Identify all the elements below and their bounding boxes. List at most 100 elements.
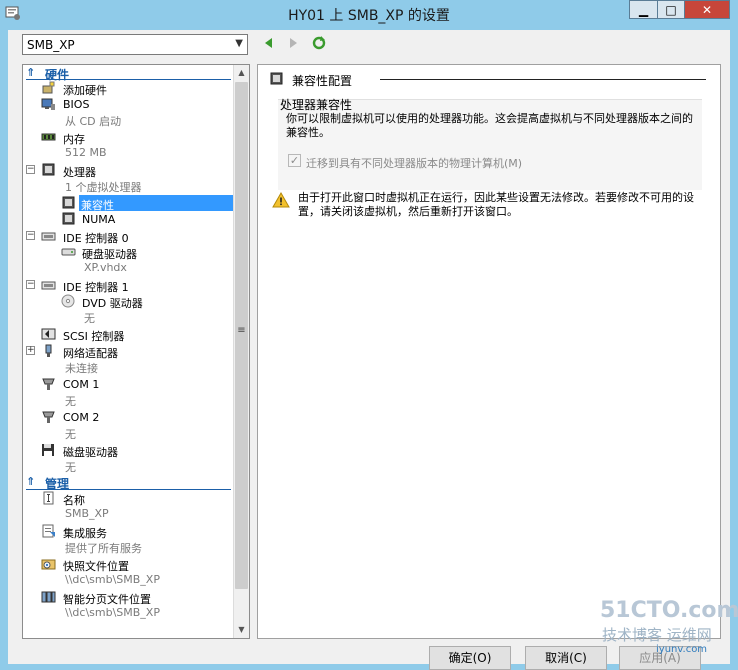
tree-item-ide-0[interactable]: − IDE 控制器 0 (23, 228, 233, 245)
close-button[interactable]: ✕ (684, 0, 730, 19)
tree-item-numa[interactable]: NUMA (23, 211, 233, 228)
ok-button[interactable]: 确定(O) (429, 646, 511, 670)
cancel-button[interactable]: 取消(C) (525, 646, 607, 670)
tree-item-dvd[interactable]: DVD 驱动器 (23, 293, 233, 310)
processor-icon (270, 72, 283, 85)
tree-scrollbar[interactable]: ▲ ≡ ▼ (233, 65, 249, 638)
expand-icon[interactable]: + (26, 346, 35, 355)
vm-selector-value: SMB_XP (27, 38, 75, 52)
tree-item-name[interactable]: 名称 (23, 490, 233, 507)
tree-item-value: \\dc\smb\SMB_XP (65, 573, 160, 586)
dvd-icon (61, 294, 75, 308)
tree-item-hard-drive[interactable]: 硬盘驱动器 (23, 244, 233, 261)
hard-drive-icon (61, 248, 76, 256)
collapse-icon[interactable]: − (26, 280, 35, 289)
tree-item-value: 提供了所有服务 (65, 542, 142, 555)
section-hardware[interactable]: ⇑ 硬件 (23, 66, 233, 82)
ide-controller-icon (41, 232, 56, 241)
compatibility-title: 处理器兼容性 (280, 98, 353, 112)
chevron-up-icon[interactable]: ⇑ (26, 475, 35, 488)
paging-file-icon (41, 591, 56, 603)
migrate-checkbox-label[interactable]: 迁移到具有不同处理器版本的物理计算机(M) (306, 155, 522, 171)
checkmark-icon: ✓ (289, 154, 300, 167)
forward-button[interactable] (286, 36, 300, 50)
warning-icon (272, 192, 290, 208)
tree-item-value: 无 (65, 395, 76, 408)
scrollbar-thumb[interactable]: ≡ (235, 82, 248, 589)
tree-item-sub: 1 个虚拟处理器 (23, 178, 233, 195)
tree-item-network-adapter[interactable]: + 网络适配器 (23, 343, 233, 360)
migrate-checkbox[interactable]: ✓ (288, 154, 301, 167)
minimize-icon: ▁ (638, 2, 649, 17)
maximize-button[interactable]: □ (657, 0, 684, 19)
refresh-button[interactable] (312, 36, 326, 50)
settings-window: HY01 上 SMB_XP 的设置 ▁ □ ✕ SMB_XP ▼ ⇑ 硬件 添加… (0, 0, 738, 670)
tree-item-add-hardware[interactable]: 添加硬件 (23, 80, 233, 97)
tree-item-label: COM 2 (63, 411, 100, 424)
tree-item-label: NUMA (82, 213, 116, 226)
grip-icon: ≡ (237, 325, 246, 336)
scroll-down-icon[interactable]: ▼ (234, 622, 249, 638)
watermark-url: iyunv.com (656, 644, 708, 655)
name-icon (43, 491, 54, 505)
maximize-icon: □ (665, 2, 677, 17)
tree-item-floppy[interactable]: 磁盘驱动器 (23, 442, 233, 459)
tree-item-value: 未连接 (65, 362, 98, 375)
close-icon: ✕ (701, 2, 713, 17)
add-hardware-icon (42, 81, 55, 94)
snapshot-folder-icon (41, 559, 56, 570)
tree-item-ide-1[interactable]: − IDE 控制器 1 (23, 277, 233, 294)
com-port-icon (42, 411, 55, 423)
tree-item-compatibility-row: 兼容性 (23, 195, 233, 212)
tree-item-scsi[interactable]: SCSI 控制器 (23, 326, 233, 343)
tree-item-paging-location[interactable]: 智能分页文件位置 (23, 589, 233, 606)
tree-item-label: SCSI 控制器 (63, 330, 125, 343)
chevron-down-icon: ▼ (235, 38, 243, 49)
tree-item-integration-services[interactable]: 集成服务 (23, 523, 233, 540)
tree-item-compatibility[interactable]: 兼容性 (79, 195, 233, 212)
tree-item-label: BIOS (63, 98, 90, 111)
section-management[interactable]: ⇑ 管理 (23, 475, 233, 491)
tree-item-value: SMB_XP (65, 507, 109, 520)
scroll-up-icon[interactable]: ▲ (234, 65, 249, 81)
network-adapter-icon (45, 344, 52, 357)
collapse-icon[interactable]: − (26, 231, 35, 240)
settings-tree[interactable]: ⇑ 硬件 添加硬件 BIOS 从 CD 启动 内存 512 MB − 处理器 1… (22, 64, 250, 639)
tree-item-sub: 未连接 (23, 359, 233, 376)
tree-item-sub: XP.vhdx (23, 260, 233, 277)
tree-item-snapshot-location[interactable]: 快照文件位置 (23, 556, 233, 573)
tree-item-label: COM 1 (63, 378, 100, 391)
settings-tree-content: ⇑ 硬件 添加硬件 BIOS 从 CD 启动 内存 512 MB − 处理器 1… (23, 65, 233, 622)
tree-item-sub: 无 (23, 458, 233, 475)
ide-controller-icon (41, 281, 56, 290)
tree-item-value: \\dc\smb\SMB_XP (65, 606, 160, 619)
tree-item-value: 512 MB (65, 146, 107, 159)
integration-services-icon (42, 524, 55, 538)
client-area: SMB_XP ▼ ⇑ 硬件 添加硬件 BIOS 从 CD 启动 内存 512 M… (8, 30, 730, 670)
watermark-main: 51CTO.com (600, 598, 738, 623)
tree-item-sub: \\dc\smb\SMB_XP (23, 605, 233, 622)
tree-item-com1[interactable]: COM 1 (23, 376, 233, 392)
scsi-icon (41, 328, 56, 340)
tree-item-value: 无 (65, 428, 76, 441)
com-port-icon (42, 378, 55, 390)
tree-item-sub: 从 CD 启动 (23, 112, 233, 129)
title-bar[interactable]: HY01 上 SMB_XP 的设置 ▁ □ ✕ (0, 0, 738, 30)
watermark: 51CTO.com 技术博客 运维网 iyunv.com (600, 598, 738, 660)
tree-item-bios[interactable]: BIOS (23, 96, 233, 112)
processor-icon (42, 163, 55, 176)
chevron-up-icon[interactable]: ⇑ (26, 66, 35, 79)
watermark-sub: 技术博客 运维网 (602, 626, 712, 644)
tree-item-memory[interactable]: 内存 (23, 129, 233, 146)
collapse-icon[interactable]: − (26, 165, 35, 174)
processor-icon (62, 196, 75, 209)
vm-selector[interactable]: SMB_XP ▼ (22, 34, 248, 55)
tree-item-processor[interactable]: − 处理器 (23, 162, 233, 179)
processor-icon (62, 212, 75, 225)
tree-item-com2[interactable]: COM 2 (23, 409, 233, 425)
bios-icon (41, 98, 55, 110)
tree-item-sub: 提供了所有服务 (23, 539, 233, 556)
minimize-button[interactable]: ▁ (629, 0, 657, 19)
back-button[interactable] (262, 36, 276, 50)
compatibility-description: 你可以限制虚拟机可以使用的处理器功能。这会提高虚拟机与不同处理器版本之间的兼容性… (286, 112, 693, 139)
